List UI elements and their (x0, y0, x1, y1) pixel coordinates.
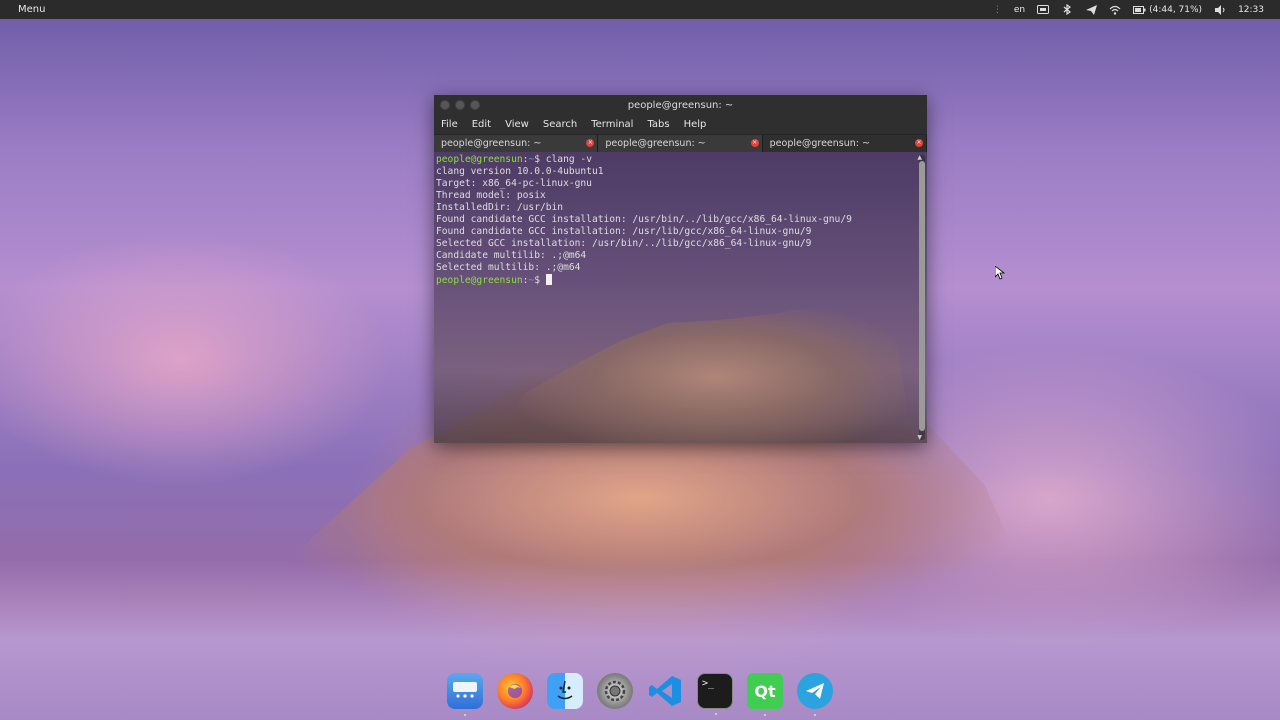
vscode-icon[interactable] (647, 673, 683, 709)
tab-bar: people@greensun: ~ × people@greensun: ~ … (434, 135, 927, 152)
terminal-icon[interactable]: >_ (697, 673, 733, 715)
wifi-icon[interactable] (1109, 5, 1121, 15)
tab-2[interactable]: people@greensun: ~ × (598, 135, 763, 152)
tab-label: people@greensun: ~ (769, 138, 870, 149)
output-line: Thread model: posix (436, 190, 546, 201)
battery-icon (1133, 5, 1146, 14)
running-indicator (814, 714, 816, 716)
prompt-symbol: $ (534, 275, 540, 286)
output-line: Found candidate GCC installation: /usr/b… (436, 214, 852, 225)
window-controls (440, 100, 480, 110)
terminal-window[interactable]: people@greensun: ~ File Edit View Search… (434, 95, 927, 443)
clock[interactable]: 12:33 (1238, 5, 1264, 15)
top-panel: Menu ⋮ en (4:44, 71%) 12:33 (0, 0, 1280, 19)
tray-separator-icon: ⋮ (992, 4, 1002, 15)
battery-status: (4:44, 71%) (1149, 4, 1203, 15)
settings-icon[interactable] (597, 673, 633, 709)
scrollbar-thumb[interactable] (919, 161, 925, 431)
maximize-window-button[interactable] (470, 100, 480, 110)
menu-search[interactable]: Search (536, 119, 584, 130)
menu-view[interactable]: View (498, 119, 536, 130)
system-tray: ⋮ en (4:44, 71%) 12:33 (993, 0, 1264, 19)
prompt-user: people@greensun (436, 275, 523, 286)
tab-3-active[interactable]: people@greensun: ~ × (762, 135, 927, 152)
finder-icon[interactable] (547, 673, 583, 709)
telegram-tray-icon[interactable] (1085, 4, 1097, 15)
tab-1[interactable]: people@greensun: ~ × (434, 135, 599, 152)
keyboard-layout-indicator[interactable]: en (1014, 5, 1025, 15)
terminal-text: people@greensun:~$ clang -v clang versio… (434, 152, 927, 289)
output-line: Found candidate GCC installation: /usr/l… (436, 226, 812, 237)
command: clang -v (539, 154, 592, 165)
tab-close-icon[interactable]: × (586, 139, 595, 147)
tab-label: people@greensun: ~ (441, 138, 542, 149)
terminal-icon-glyph: >_ (702, 678, 715, 689)
tab-close-icon[interactable]: × (750, 139, 759, 147)
text-cursor (545, 274, 552, 285)
menu-tabs[interactable]: Tabs (640, 119, 676, 130)
output-line: InstalledDir: /usr/bin (436, 202, 564, 213)
scroll-down-icon[interactable]: ▼ (917, 434, 922, 441)
telegram-icon[interactable] (797, 673, 833, 716)
tab-label: people@greensun: ~ (605, 138, 706, 149)
output-line: clang version 10.0.0-4ubuntu1 (436, 166, 604, 177)
menu-edit[interactable]: Edit (465, 119, 498, 130)
bluetooth-icon[interactable] (1061, 4, 1073, 15)
mouse-pointer-icon (995, 266, 1005, 280)
battery-indicator[interactable]: (4:44, 71%) (1133, 5, 1202, 15)
prompt-user: people@greensun (436, 154, 523, 165)
running-indicator (464, 714, 466, 716)
output-line: Candidate multilib: .;@m64 (436, 250, 587, 261)
terminal-output-area[interactable]: people@greensun:~$ clang -v clang versio… (434, 152, 927, 443)
scrollbar[interactable]: ▲ ▼ (917, 154, 925, 441)
menu-terminal[interactable]: Terminal (584, 119, 640, 130)
firefox-icon[interactable] (497, 673, 533, 709)
output-line: Target: x86_64-pc-linux-gnu (436, 178, 592, 189)
window-title: people@greensun: ~ (627, 99, 734, 111)
volume-icon[interactable] (1214, 4, 1226, 15)
minimize-window-button[interactable] (455, 100, 465, 110)
drive-icon[interactable] (1037, 5, 1050, 15)
menu-button[interactable]: Menu (18, 4, 45, 15)
transparent-background-mountain (474, 305, 914, 443)
dock: >_ Qt (447, 673, 833, 716)
qt-icon[interactable]: Qt (747, 673, 783, 716)
output-line: Selected GCC installation: /usr/bin/../l… (436, 238, 812, 249)
close-window-button[interactable] (440, 100, 450, 110)
output-line: Selected multilib: .;@m64 (436, 262, 581, 273)
scroll-up-icon[interactable]: ▲ (917, 154, 922, 161)
tab-close-icon[interactable]: × (914, 139, 923, 147)
running-indicator (764, 714, 766, 716)
menu-file[interactable]: File (434, 119, 465, 130)
qt-icon-label: Qt (754, 681, 776, 701)
running-indicator (715, 713, 717, 715)
menubar: File Edit View Search Terminal Tabs Help (434, 115, 927, 135)
launcher-icon[interactable] (447, 673, 483, 716)
menu-help[interactable]: Help (677, 119, 714, 130)
window-titlebar[interactable]: people@greensun: ~ (434, 95, 927, 115)
